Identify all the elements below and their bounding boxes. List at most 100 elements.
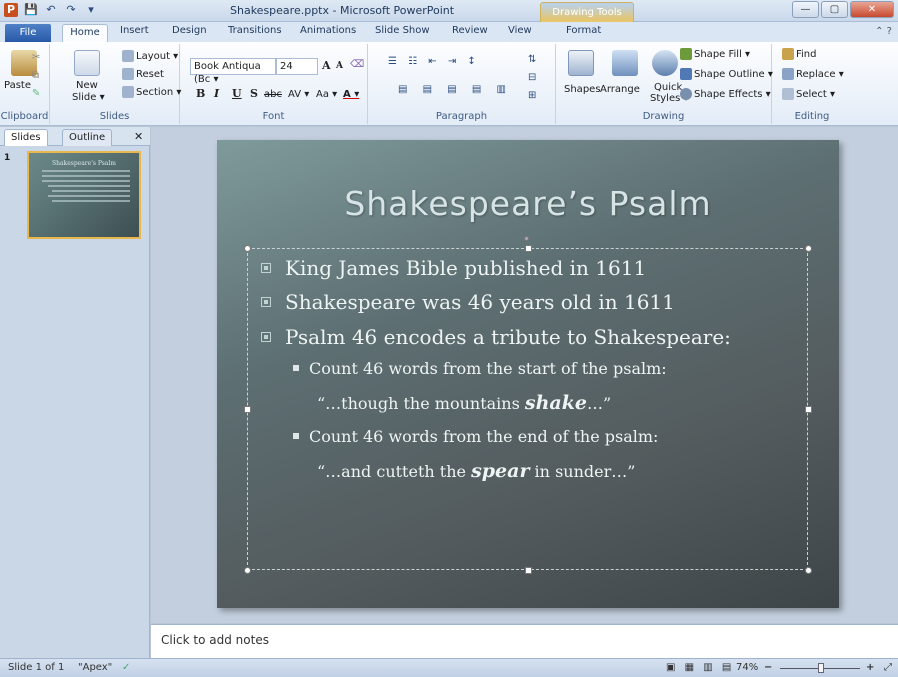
- resize-handle[interactable]: [525, 245, 532, 252]
- help-icon[interactable]: ⌃ ?: [875, 26, 892, 37]
- quote-line[interactable]: “…and cutteth the spear in sunder…”: [317, 460, 635, 482]
- quote-line[interactable]: “…though the mountains shake…”: [317, 392, 611, 414]
- reset-button[interactable]: Reset: [122, 68, 164, 80]
- paste-button[interactable]: Paste: [4, 80, 31, 91]
- change-case-button[interactable]: Aa ▾: [316, 89, 337, 100]
- rotation-handle[interactable]: [524, 236, 529, 241]
- tab-insert[interactable]: Insert: [120, 25, 149, 36]
- grow-font-button[interactable]: A: [322, 59, 331, 72]
- smartart-icon[interactable]: ⊞: [528, 90, 536, 101]
- tab-view[interactable]: View: [508, 25, 532, 36]
- find-label: Find: [796, 49, 817, 60]
- cut-icon[interactable]: ✂: [32, 52, 40, 63]
- quick-styles-label[interactable]: Quick: [654, 82, 682, 93]
- redo-icon[interactable]: ↷: [64, 3, 78, 17]
- slide-canvas[interactable]: Shakespeare’s Psalm King James Bible pub…: [217, 140, 839, 608]
- undo-icon[interactable]: ↶: [44, 3, 58, 17]
- select-button[interactable]: Select ▾: [782, 88, 835, 100]
- strikethrough-button[interactable]: abc: [264, 89, 282, 100]
- tab-slide-show[interactable]: Slide Show: [375, 25, 430, 36]
- font-color-button[interactable]: A ▾: [343, 89, 359, 100]
- layout-button[interactable]: Layout ▾: [122, 50, 178, 62]
- resize-handle[interactable]: [244, 406, 251, 413]
- new-slide-icon[interactable]: [74, 50, 100, 76]
- underline-button[interactable]: U: [232, 87, 242, 100]
- tab-review[interactable]: Review: [452, 25, 488, 36]
- arrange-icon[interactable]: [612, 50, 638, 76]
- zoom-out-icon[interactable]: −: [764, 662, 772, 673]
- replace-icon: [782, 68, 794, 80]
- bullets-numbering-icons[interactable]: ☰ ☷ ⇤ ⇥ ↕: [388, 56, 480, 67]
- slide-thumbnail[interactable]: Shakespeare's Psalm: [27, 151, 141, 239]
- alignment-icons[interactable]: ▤ ▤ ▤ ▤ ▥: [398, 84, 512, 95]
- sub-bullet-item[interactable]: Count 46 words from the end of the psalm…: [293, 427, 658, 446]
- powerpoint-logo-icon[interactable]: P: [4, 3, 18, 17]
- align-text-icon[interactable]: ⊟: [528, 72, 536, 83]
- new-slide-label[interactable]: New: [76, 80, 98, 91]
- resize-handle[interactable]: [805, 245, 812, 252]
- shrink-font-button[interactable]: A: [336, 61, 343, 71]
- tab-transitions[interactable]: Transitions: [228, 25, 282, 36]
- close-pane-icon[interactable]: ✕: [134, 130, 143, 143]
- resize-handle[interactable]: [805, 567, 812, 574]
- resize-handle[interactable]: [525, 567, 532, 574]
- tab-outline-pane[interactable]: Outline: [62, 129, 113, 146]
- slide-title[interactable]: Shakespeare’s Psalm: [217, 184, 839, 223]
- maximize-button[interactable]: ▢: [821, 1, 848, 18]
- minimize-button[interactable]: —: [792, 1, 819, 18]
- format-painter-icon[interactable]: ✎: [32, 88, 40, 99]
- bullet-item[interactable]: Shakespeare was 46 years old in 1611: [261, 290, 675, 314]
- save-icon[interactable]: 💾: [24, 3, 38, 17]
- fit-to-window-icon[interactable]: ⤢: [884, 662, 892, 673]
- reset-icon: [122, 68, 134, 80]
- tab-animations[interactable]: Animations: [300, 25, 356, 36]
- shapes-button[interactable]: Shapes: [564, 84, 601, 95]
- shape-outline-button[interactable]: Shape Outline ▾: [680, 68, 773, 80]
- font-size-combo[interactable]: 24: [276, 58, 318, 75]
- spell-check-icon[interactable]: ✓: [122, 662, 130, 673]
- new-slide-dropdown[interactable]: Slide ▾: [72, 92, 105, 103]
- resize-handle[interactable]: [244, 567, 251, 574]
- bold-button[interactable]: B: [196, 87, 205, 100]
- bullet-item[interactable]: King James Bible published in 1611: [261, 256, 646, 280]
- find-button[interactable]: Find: [782, 48, 817, 60]
- italic-button[interactable]: I: [214, 87, 219, 100]
- text-direction-icon[interactable]: ⇅: [528, 54, 536, 65]
- copy-icon[interactable]: ⧉: [32, 70, 39, 81]
- shape-fill-button[interactable]: Shape Fill ▾: [680, 48, 750, 60]
- clear-formatting-icon[interactable]: ⌫: [350, 59, 364, 70]
- tab-design[interactable]: Design: [172, 25, 207, 36]
- shadow-button[interactable]: S: [250, 87, 258, 100]
- zoom-slider-thumb[interactable]: [818, 663, 824, 673]
- sub-bullet-item[interactable]: Count 46 words from the start of the psa…: [293, 359, 667, 378]
- bullet-item[interactable]: Psalm 46 encodes a tribute to Shakespear…: [261, 325, 731, 349]
- replace-button[interactable]: Replace ▾: [782, 68, 844, 80]
- section-button[interactable]: Section ▾: [122, 86, 181, 98]
- character-spacing-button[interactable]: AV ▾: [288, 89, 309, 100]
- notes-pane[interactable]: Click to add notes: [151, 624, 898, 658]
- paint-bucket-icon: [680, 48, 692, 60]
- reset-label: Reset: [136, 69, 164, 80]
- zoom-level[interactable]: 74%: [736, 662, 758, 673]
- sub-bullet-text: Count 46 words from the start of the psa…: [309, 359, 667, 378]
- quick-styles-icon[interactable]: [652, 50, 678, 76]
- tab-slides-pane[interactable]: Slides: [4, 129, 48, 146]
- resize-handle[interactable]: [244, 245, 251, 252]
- shapes-icon[interactable]: [568, 50, 594, 76]
- tab-file[interactable]: File: [5, 24, 51, 42]
- customize-qat-icon[interactable]: ▾: [84, 3, 98, 17]
- replace-label: Replace ▾: [796, 69, 844, 80]
- shape-effects-button[interactable]: Shape Effects ▾: [680, 88, 771, 100]
- arrange-button[interactable]: Arrange: [600, 84, 640, 95]
- resize-handle[interactable]: [805, 406, 812, 413]
- view-buttons-icons[interactable]: ▣ ▦ ▥ ▤: [666, 662, 734, 673]
- layout-icon: [122, 50, 134, 62]
- font-name-combo[interactable]: Book Antiqua (Bc ▾: [190, 58, 276, 85]
- tab-home[interactable]: Home: [62, 24, 108, 43]
- thumbnail-line: [42, 170, 130, 172]
- tab-format[interactable]: Format: [566, 25, 601, 36]
- sub-bullet-marker-icon: [293, 432, 299, 439]
- close-button[interactable]: ✕: [850, 1, 894, 18]
- group-label-clipboard: Clipboard: [0, 111, 49, 122]
- zoom-in-icon[interactable]: +: [866, 662, 874, 673]
